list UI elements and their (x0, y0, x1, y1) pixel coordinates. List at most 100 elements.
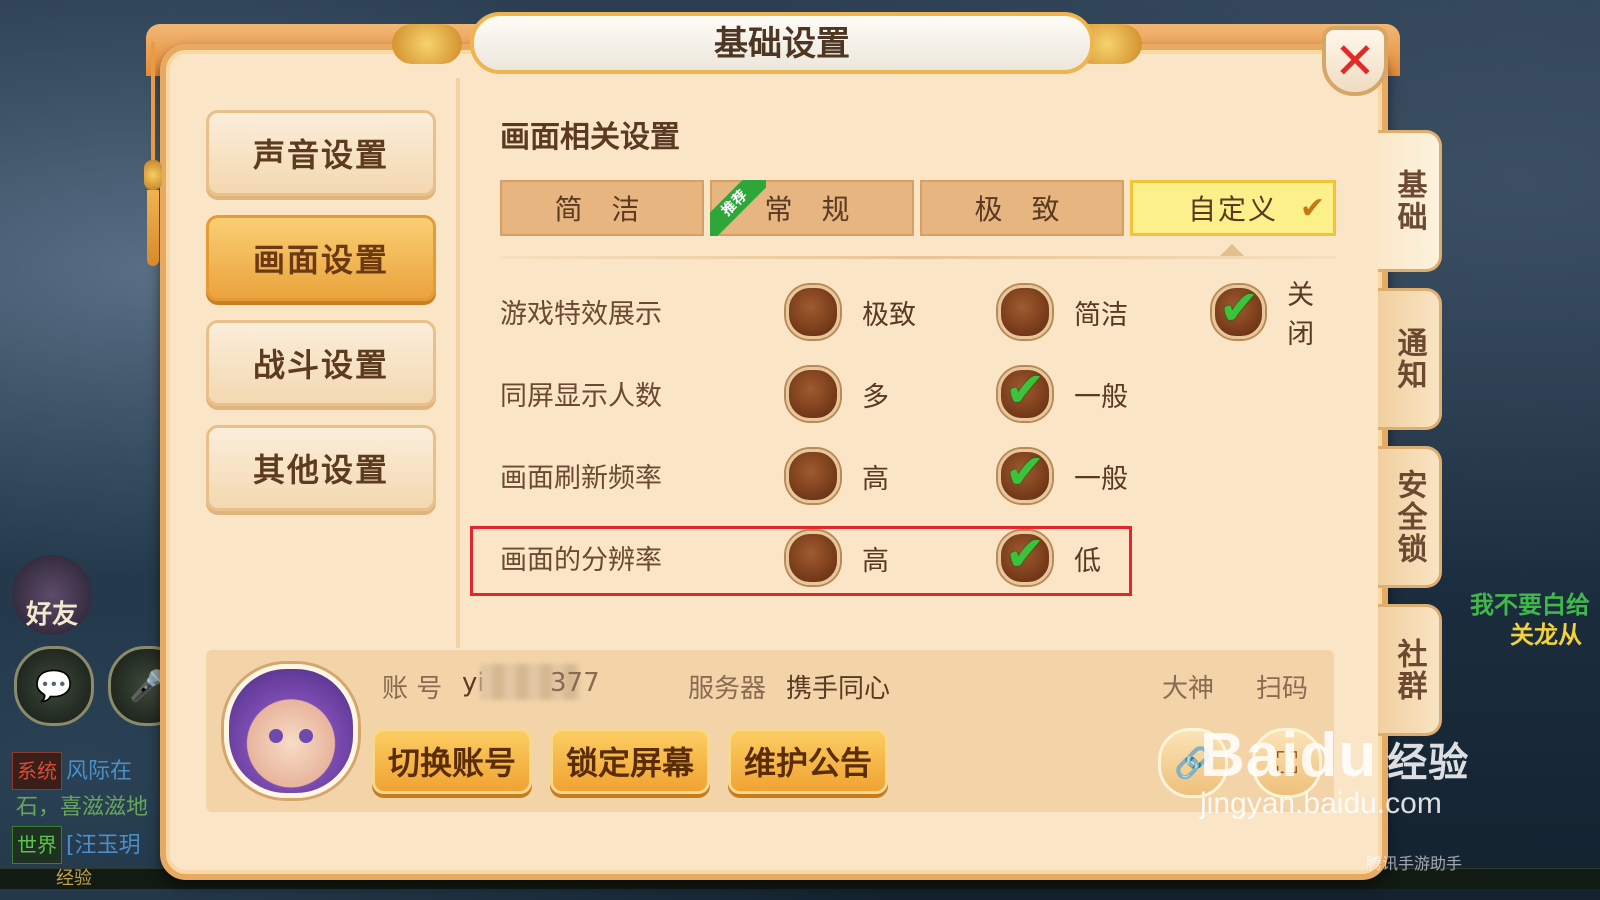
preset-divider (500, 256, 1336, 259)
menu-other-settings[interactable]: 其他设置 (206, 425, 436, 511)
tassel-ornament (144, 42, 162, 266)
preset-simple[interactable]: 简 洁 (500, 180, 704, 236)
green-check-icon: ✔ (1005, 444, 1046, 500)
option-label: 简洁 (1074, 299, 1128, 331)
title-ornament-left (392, 24, 462, 64)
menu-divider (456, 78, 460, 648)
preset-normal[interactable]: 推荐 常 规 (710, 180, 914, 236)
chat-line: 系统 风际在 (12, 752, 172, 790)
button-label: 锁定屏幕 (565, 744, 694, 782)
option-radio[interactable]: ✔ 一般 (998, 444, 1128, 506)
menu-label: 画面设置 (252, 241, 389, 279)
option-radio[interactable]: ✔ 一般 (998, 362, 1128, 424)
friend-button[interactable]: 好友 (12, 555, 92, 635)
chat-text: 风际在 (66, 759, 133, 784)
setting-row-player-count: 同屏显示人数 多 ✔ 一般 (500, 362, 1340, 424)
preset-custom[interactable]: 自定义 ✔ (1130, 180, 1336, 236)
menu-label: 战斗设置 (252, 346, 389, 384)
recommended-ribbon: 推荐 (710, 180, 766, 236)
radio-button[interactable] (786, 449, 840, 503)
switch-account-button[interactable]: 切换账号 (372, 728, 532, 794)
tab-label: 社群 (1391, 638, 1427, 702)
preset-label: 极 致 (974, 193, 1070, 226)
green-check-icon: ✔ (1005, 362, 1046, 418)
watermark-url: jingyan.baidu.com (1200, 787, 1442, 820)
setting-row-effects: 游戏特效展示 极致 简洁 ✔ 关闭 (500, 280, 1340, 350)
lock-screen-button[interactable]: 锁定屏幕 (550, 728, 710, 794)
radio-button-checked[interactable]: ✔ (998, 444, 1052, 503)
radio-button-checked[interactable]: ✔ (998, 362, 1052, 421)
scene-text-line1: 我不要白给 (1470, 591, 1590, 619)
chat-tag-world: 世界 (12, 826, 62, 864)
chat-bubble-icon[interactable]: 💬 (14, 646, 94, 726)
chat-tag-system: 系统 (12, 752, 62, 790)
option-label: 极致 (862, 299, 916, 331)
dashen-label: 大神 (1162, 674, 1215, 704)
dialog-title: 基础设置 (714, 24, 850, 64)
selected-pointer-icon (1220, 244, 1244, 256)
option-label: 关闭 (1287, 280, 1315, 350)
setting-label: 画面刷新频率 (500, 463, 662, 494)
checkmark-icon: ✔ (1299, 191, 1325, 226)
option-label: 多 (862, 381, 889, 413)
option-radio[interactable]: ✔ 关闭 (1212, 280, 1340, 350)
credit-text: 腾讯手游助手 (1366, 854, 1463, 873)
setting-row-refresh-rate: 画面刷新频率 高 ✔ 一般 (500, 444, 1340, 506)
option-label: 一般 (1074, 463, 1128, 495)
experience-label: 经验 (56, 868, 92, 889)
dialog-title-plate: 基础设置 (470, 12, 1094, 74)
friend-label: 好友 (25, 600, 78, 630)
server-value: 携手同心 (786, 674, 891, 704)
setting-label: 同屏显示人数 (500, 381, 662, 412)
button-label: 切换账号 (387, 744, 516, 782)
close-icon: ✕ (1334, 32, 1376, 90)
chat-text: 石，喜滋滋地 (16, 795, 149, 820)
chat-text: [汪玉玥 (66, 833, 141, 858)
chat-panel: 系统 风际在 石，喜滋滋地 世界 [汪玉玥 (12, 752, 172, 864)
watermark-suffix: 经验 (1387, 741, 1470, 785)
tab-notifications[interactable]: 通知 (1378, 288, 1442, 430)
account-suffix: 377 (550, 668, 600, 698)
radio-button[interactable] (786, 285, 840, 339)
ribbon-label: 推荐 (710, 180, 766, 236)
maintenance-notice-button[interactable]: 维护公告 (728, 728, 888, 794)
menu-sound-settings[interactable]: 声音设置 (206, 110, 436, 196)
preset-label: 自定义 (1187, 193, 1278, 226)
chat-line: 石，喜滋滋地 (12, 790, 172, 826)
tab-basic[interactable]: 基础 (1378, 130, 1442, 272)
server-label: 服务器 (688, 674, 767, 704)
tab-security-lock[interactable]: 安全锁 (1378, 446, 1442, 588)
scan-label: 扫码 (1256, 674, 1309, 704)
option-label: 高 (862, 463, 889, 495)
section-title: 画面相关设置 (500, 120, 680, 155)
annotation-highlight-box (470, 526, 1132, 596)
radio-button[interactable] (998, 285, 1052, 339)
option-radio[interactable]: 高 (786, 446, 889, 506)
radio-button-checked[interactable]: ✔ (1212, 280, 1266, 339)
settings-category-menu: 声音设置 画面设置 战斗设置 其他设置 (206, 110, 438, 530)
quality-presets: 简 洁 推荐 常 规 极 致 自定义 ✔ (500, 180, 1336, 236)
tab-label: 安全锁 (1391, 469, 1427, 565)
account-label: 账 号 (382, 674, 443, 704)
menu-label: 声音设置 (252, 136, 389, 174)
baidu-watermark: Baidu 经验 jingyan.baidu.com (1200, 720, 1469, 821)
tab-community[interactable]: 社群 (1378, 604, 1442, 736)
option-radio[interactable]: 极致 (786, 282, 916, 342)
close-button[interactable]: ✕ (1322, 26, 1388, 96)
option-label: 一般 (1074, 381, 1128, 413)
menu-display-settings[interactable]: 画面设置 (206, 215, 436, 301)
button-label: 维护公告 (743, 744, 872, 782)
option-radio[interactable]: 多 (786, 364, 889, 424)
radio-button[interactable] (786, 367, 840, 421)
menu-battle-settings[interactable]: 战斗设置 (206, 320, 436, 406)
tab-label: 基础 (1391, 169, 1427, 233)
option-radio[interactable]: 简洁 (998, 282, 1128, 342)
menu-label: 其他设置 (252, 451, 389, 489)
avatar[interactable] (224, 664, 358, 798)
chat-line: 世界 [汪玉玥 (12, 826, 172, 864)
preset-ultimate[interactable]: 极 致 (920, 180, 1124, 236)
scene-text-line2: 关龙从 (1510, 621, 1582, 649)
tab-label: 通知 (1391, 327, 1427, 391)
green-check-icon: ✔ (1219, 280, 1260, 336)
preset-label: 简 洁 (554, 193, 650, 226)
